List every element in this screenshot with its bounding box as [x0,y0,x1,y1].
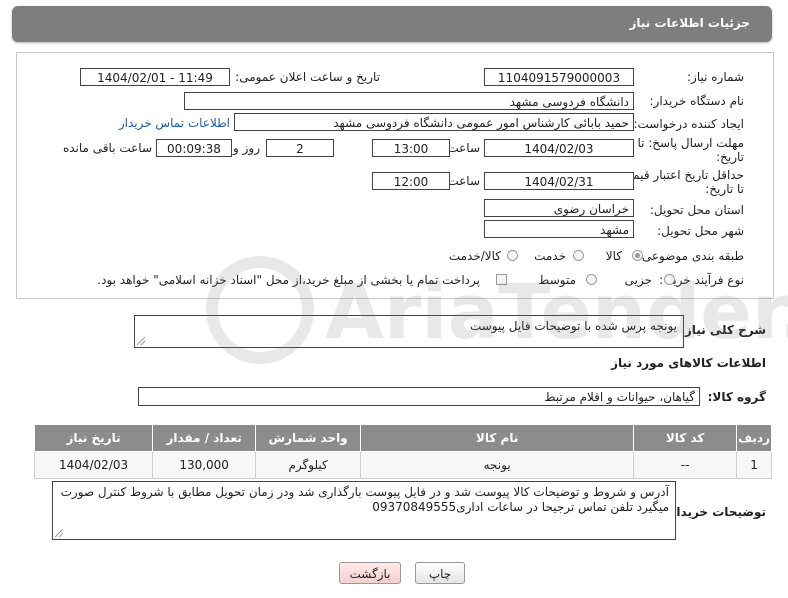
resize-grip-icon[interactable] [137,337,145,345]
description-label: شرح کلی نیاز: [680,323,766,337]
remaining-label: ساعت باقی مانده [62,141,152,155]
reply-deadline-label: مهلت ارسال پاسخ: تا [637,136,744,150]
back-button[interactable]: بازگشت [339,562,401,584]
city-field: مشهد [484,220,634,238]
goods-group-field: گیاهان، حیوانات و اقلام مرتبط [138,387,700,406]
col-need-date: تاریخ نیاز [33,424,154,452]
category-option-goods: کالا [605,249,622,263]
process-option-medium: متوسط [538,273,576,287]
goods-group-label: گروه کالا: [707,390,766,404]
price-validity-label-2: تا تاریخ: [705,182,744,196]
buyer-notes-text: آدرس و شروط و توضیحات کالا پیوست شد و در… [60,485,669,514]
col-unit: واحد شمارش [255,424,362,452]
city-label: شهر محل تحویل: [657,224,744,238]
process-radio-medium[interactable] [586,274,597,285]
cell-code: -- [633,451,738,479]
description-textarea: یونجه پرس شده با توضیحات فایل پیوست [134,315,684,348]
announce-label: تاریخ و ساعت اعلان عمومی: [235,70,380,84]
col-name: نام کالا [360,424,635,452]
province-label: استان محل تحویل: [649,203,744,217]
print-button[interactable]: چاپ [415,562,465,584]
table-row: 1 -- یونجه کیلوگرم 130,000 1404/02/03 [33,451,772,479]
goods-section-title: اطلاعات کالاهای مورد نیاز [611,356,766,370]
resize-grip-icon[interactable] [55,529,63,537]
category-radio-goods[interactable] [632,250,643,261]
treasury-note: پرداخت تمام یا بخشی از مبلغ خرید،از محل … [97,273,480,287]
col-row: ردیف [736,424,772,452]
contact-info-link[interactable]: اطلاعات تماس خریدار [119,116,230,130]
province-field: خراسان رضوی [484,199,634,217]
buyer-notes-label: توضیحات خریدار: [664,505,766,519]
table-header-row: ردیف کد کالا نام کالا واحد شمارش تعداد /… [33,424,772,452]
validity-time-label: ساعت [447,174,480,188]
category-option-service: خدمت [534,249,566,263]
need-number-label: شماره نیاز: [687,70,744,84]
col-quantity: تعداد / مقدار [152,424,257,452]
category-radio-goods-service[interactable] [507,250,518,261]
buyer-org-label: نام دستگاه خریدار: [649,94,745,108]
announce-datetime-field: 1404/02/01 - 11:49 [80,68,230,86]
category-option-goods-service: کالا/خدمت [448,249,501,263]
days-label: روز و [233,141,260,155]
col-code: کد کالا [633,424,738,452]
cell-unit: کیلوگرم [255,451,362,479]
creator-field: حمید بابائی کارشناس امور عمومی دانشگاه ف… [234,113,634,131]
reply-date-field: 1404/02/03 [484,139,634,157]
buyer-notes-textarea: آدرس و شروط و توضیحات کالا پیوست شد و در… [52,481,676,540]
process-option-minor: جزیی [624,273,652,287]
page-title: جزئیات اطلاعات نیاز [629,16,750,30]
description-text: یونجه پرس شده با توضیحات فایل پیوست [469,319,677,333]
category-radio-service[interactable] [573,250,584,261]
process-radio-minor[interactable] [664,274,675,285]
cell-quantity: 130,000 [152,451,257,479]
cell-row: 1 [736,451,772,479]
creator-label: ایجاد کننده درخواست: [633,117,744,131]
price-validity-label: حداقل تاریخ اعتبار قیمت: [617,168,744,182]
category-label: طبقه بندی موضوعی: [637,249,744,263]
validity-time-field: 12:00 [372,172,450,190]
reply-time-field: 13:00 [372,139,450,157]
page-header: جزئیات اطلاعات نیاز [12,6,772,42]
reply-time-label: ساعت [447,141,480,155]
cell-need-date: 1404/02/03 [33,451,154,479]
days-field: 2 [266,139,334,157]
buyer-org-field: دانشگاه فردوسی مشهد [184,92,634,110]
validity-date-field: 1404/02/31 [484,172,634,190]
cell-name: یونجه [360,451,635,479]
remaining-time-field: 00:09:38 [156,139,232,157]
need-number-field: 1104091579000003 [484,68,634,86]
reply-deadline-label-2: تاریخ: [716,150,744,164]
goods-table: ردیف کد کالا نام کالا واحد شمارش تعداد /… [33,424,772,479]
treasury-checkbox[interactable] [496,274,507,285]
